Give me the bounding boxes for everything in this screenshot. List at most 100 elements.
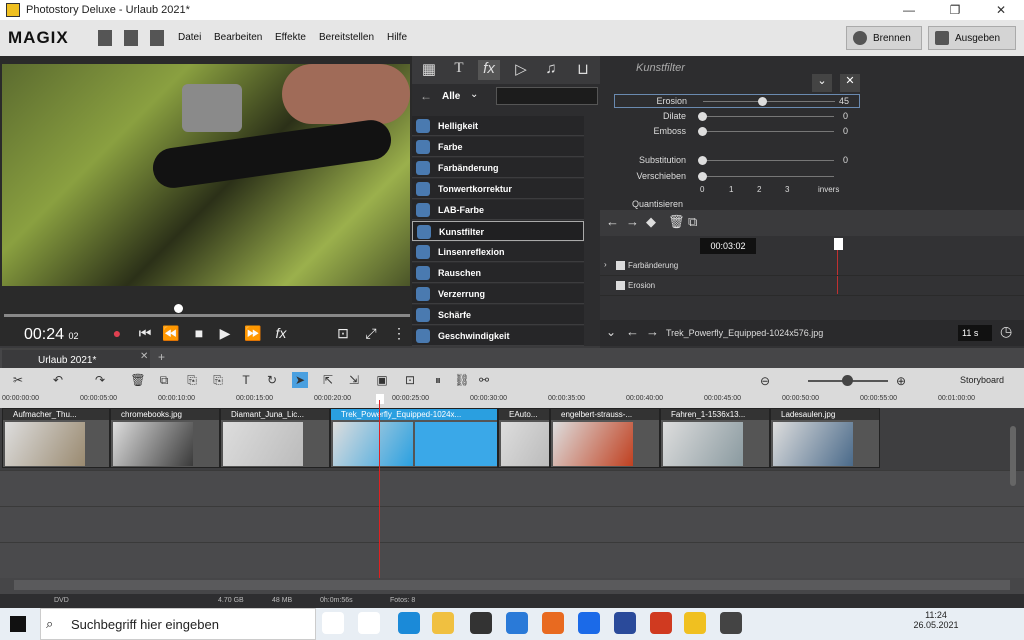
scrubber-handle[interactable] (174, 304, 183, 313)
timeline-hscroll[interactable] (14, 580, 1010, 590)
effect-item[interactable]: Helligkeit (412, 116, 584, 136)
cortana-icon[interactable] (322, 612, 344, 634)
unlink-icon[interactable]: ⚯ (476, 372, 492, 388)
paste-icon[interactable]: ⎘ (184, 372, 200, 388)
property-slider[interactable]: Dilate 0 (614, 110, 858, 124)
clip-duration[interactable]: 11 s (958, 325, 992, 341)
text-icon[interactable]: T (448, 60, 470, 80)
timeline-clip[interactable]: Diamant_Juna_Lic... (220, 408, 330, 468)
b-icon[interactable] (614, 612, 636, 634)
pointer-icon[interactable]: ➤ (292, 372, 308, 388)
audio-icon[interactable]: ⏸ (430, 372, 446, 388)
office-icon[interactable] (650, 612, 672, 634)
rewind-button[interactable]: ⏪ (162, 324, 180, 342)
photostory-icon[interactable] (684, 612, 706, 634)
close-button[interactable]: ✕ (978, 0, 1024, 20)
effect-item[interactable]: Schärfe (412, 305, 584, 325)
mail-icon[interactable] (506, 612, 528, 634)
scissors-icon[interactable]: ✂ (10, 372, 26, 388)
effect-item[interactable]: Rauschen (412, 263, 584, 283)
menu-datei[interactable]: Datei (178, 32, 201, 43)
effect-item[interactable]: Linsenreflexion (412, 242, 584, 262)
keyframe-row-farbaenderung[interactable]: › Farbänderung (600, 256, 1024, 276)
music-icon[interactable]: ♫ (540, 60, 562, 80)
undo-icon[interactable]: ↶ (50, 372, 66, 388)
output-mode[interactable]: DVD (54, 597, 69, 604)
edge-icon[interactable] (398, 612, 420, 634)
project-tab[interactable]: Urlaub 2021* (2, 348, 150, 368)
delete-icon[interactable]: 🗑 (130, 372, 146, 388)
crop-icon[interactable]: ▣ (374, 372, 390, 388)
split-icon[interactable]: ⇲ (346, 372, 362, 388)
add-keyframe-icon[interactable]: ◆ (646, 214, 656, 230)
taskbar-search[interactable]: Suchbegriff hier eingeben (40, 608, 316, 640)
burn-button[interactable]: Brennen (846, 26, 922, 50)
export-button[interactable]: Ausgeben (928, 26, 1016, 50)
fx-tab-icon[interactable]: fx (478, 60, 500, 80)
play-button[interactable]: ▶ (216, 324, 234, 342)
store-icon[interactable] (470, 612, 492, 634)
task-view-icon[interactable] (358, 612, 380, 634)
explorer-icon[interactable] (432, 612, 454, 634)
back-arrow-icon[interactable]: ← (420, 89, 432, 103)
next-clip-icon[interactable]: → (646, 324, 659, 339)
save-icon[interactable] (150, 30, 164, 46)
fit-icon[interactable]: ⊡ (402, 372, 418, 388)
menu-bereitstellen[interactable]: Bereitstellen (319, 32, 374, 43)
effect-item[interactable]: Farbänderung (412, 158, 584, 178)
menu-bearbeiten[interactable]: Bearbeiten (214, 32, 262, 43)
redo-icon[interactable]: ↷ (92, 372, 108, 388)
title-icon[interactable]: T (238, 372, 254, 388)
effects-scrollbar[interactable] (584, 112, 598, 346)
effects-search-input[interactable] (496, 87, 598, 105)
zoom-out-icon[interactable]: ⊖ (760, 374, 770, 388)
system-clock[interactable]: 11:24 26.05.2021 (906, 610, 966, 630)
zoom-in-icon[interactable]: ⊕ (896, 374, 906, 388)
close-props-icon[interactable]: ✕ (840, 74, 860, 92)
storyboard-toggle[interactable]: Storyboard (960, 375, 1004, 385)
property-slider[interactable]: Emboss 0 (614, 125, 858, 139)
category-select[interactable]: Alle (442, 91, 460, 102)
dropbox-icon[interactable] (578, 612, 600, 634)
timeline-clip[interactable]: Ladesaulen.jpg (770, 408, 880, 468)
link-icon[interactable]: ⛓ (454, 372, 470, 388)
fx-icon[interactable]: fx (272, 324, 290, 342)
menu-hilfe[interactable]: Hilfe (387, 32, 407, 43)
keyframe-row-erosion[interactable]: Erosion (600, 276, 1024, 296)
cart-icon[interactable]: ⊔ (572, 60, 594, 80)
minimize-button[interactable]: — (886, 0, 932, 20)
close-tab-icon[interactable]: ✕ (140, 351, 148, 362)
fast-forward-button[interactable]: ⏩ (244, 324, 262, 342)
fullscreen-icon[interactable]: ⤢ (362, 324, 380, 342)
select-icon[interactable]: ⇱ (320, 372, 336, 388)
undo-arrow-icon[interactable]: ← (606, 214, 619, 229)
stop-button[interactable]: ■ (190, 324, 208, 342)
copy-icon[interactable]: ⧉ (156, 372, 172, 388)
property-slider[interactable]: Erosion 45 (614, 94, 860, 108)
firefox-icon[interactable] (542, 612, 564, 634)
explorer2-icon[interactable] (720, 612, 742, 634)
cast-icon[interactable]: ⊡ (334, 324, 352, 342)
effect-item[interactable]: Kunstfilter (412, 221, 584, 241)
skip-back-button[interactable]: ⏮ (136, 324, 154, 342)
effect-item[interactable]: Tonwertkorrektur (412, 179, 584, 199)
windows-start-icon[interactable] (10, 616, 26, 632)
clock-icon[interactable]: ◷ (1000, 323, 1012, 340)
copy-icon[interactable]: ⧉ (688, 214, 697, 230)
open-folder-icon[interactable] (124, 30, 138, 46)
timeline-vscroll[interactable] (1010, 426, 1016, 486)
timeline-clip[interactable]: Fahren_1-1536x13... (660, 408, 770, 468)
paste2-icon[interactable]: ⎘ (210, 372, 226, 388)
chevron-down-icon[interactable]: ⌄ (470, 89, 478, 100)
timeline-clip[interactable]: EAuto... (498, 408, 550, 468)
delete-keyframe-icon[interactable]: 🗑 (668, 214, 685, 230)
more-icon[interactable]: ⋮ (390, 324, 408, 342)
add-tab-icon[interactable]: + (158, 350, 165, 364)
keyframe-playhead[interactable] (834, 238, 843, 250)
prev-clip-icon[interactable]: ← (626, 324, 639, 339)
timeline-playhead[interactable] (376, 394, 384, 404)
timeline-clip[interactable]: Trek_Powerfly_Equipped-1024x... (330, 408, 498, 468)
transition-icon[interactable]: ▷ (510, 60, 532, 80)
effect-item[interactable]: LAB-Farbe (412, 200, 584, 220)
rotate-icon[interactable]: ↻ (264, 372, 280, 388)
